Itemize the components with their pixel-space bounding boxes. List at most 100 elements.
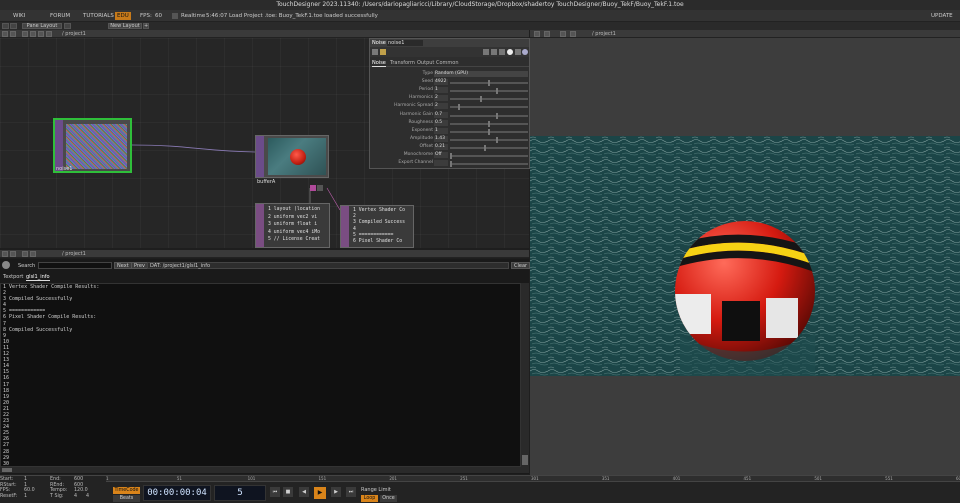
menu-forum[interactable]: FORUM (47, 12, 73, 20)
textport-tab[interactable]: Textport (3, 274, 23, 280)
slider-knob[interactable] (495, 112, 498, 119)
pane-menu-icon[interactable] (2, 31, 8, 37)
param-field[interactable]: 2 (434, 103, 448, 110)
menu-tutorials[interactable]: TUTORIALS (80, 12, 117, 20)
glsl-info-dat[interactable]: 1 Vertex Shader Co 2 3 Compiled Success … (340, 205, 414, 248)
settings-icon[interactable] (522, 49, 528, 55)
step-back-icon[interactable]: ◀ (299, 487, 309, 497)
page-tab-output[interactable]: Output (417, 60, 434, 66)
update-button[interactable]: UPDATE (928, 12, 956, 20)
back-icon[interactable] (22, 31, 28, 37)
param-field[interactable]: 1.43 (434, 135, 448, 142)
home-icon[interactable] (2, 23, 9, 29)
next-button[interactable]: Next (114, 262, 132, 269)
pane-menu-icon[interactable] (534, 31, 540, 37)
to-start-icon[interactable]: ⏮ (270, 487, 280, 497)
layout-icon[interactable] (10, 23, 17, 29)
param-field[interactable]: 0.21 (434, 143, 448, 150)
refresh-icon[interactable] (499, 49, 505, 55)
slider-knob[interactable] (450, 153, 452, 159)
param-field[interactable]: 2 (434, 95, 448, 102)
add-op-icon[interactable] (38, 31, 44, 37)
slider-knob[interactable] (484, 144, 487, 151)
scroll-thumb[interactable] (522, 455, 528, 465)
node-flag-icon[interactable] (310, 185, 316, 191)
clear-button[interactable]: Clear (511, 262, 531, 269)
prev-button[interactable]: Prev (131, 262, 148, 269)
param-slider[interactable] (450, 146, 528, 149)
param-field[interactable] (434, 160, 448, 167)
slider-knob[interactable] (495, 88, 498, 95)
home-net-icon[interactable] (46, 31, 52, 37)
pane-type-icon[interactable] (10, 251, 16, 257)
page-tab-transform[interactable]: Transform (390, 60, 415, 66)
forward-icon[interactable] (570, 31, 576, 37)
slider-knob[interactable] (488, 128, 490, 135)
once-toggle[interactable]: Once (380, 495, 397, 502)
text-output[interactable]: 1 Vertex Shader Compile Results: 2 3 Compi… (0, 283, 521, 467)
forward-icon[interactable] (30, 31, 36, 37)
resetf-field[interactable]: 1 (24, 494, 27, 500)
slider-knob[interactable] (457, 104, 460, 111)
param-menu[interactable]: Random (GPU) (434, 71, 528, 77)
slider-knob[interactable] (495, 136, 498, 143)
back-icon[interactable] (22, 251, 28, 257)
layout-grid-icon[interactable] (64, 23, 71, 29)
param-slider[interactable] (450, 106, 528, 109)
back-icon[interactable] (560, 31, 566, 37)
stop-icon[interactable]: ■ (283, 487, 293, 497)
param-field[interactable]: 0.5 (434, 119, 448, 126)
pane-layout-tab[interactable]: Pane Layout (22, 23, 62, 29)
slider-knob[interactable] (480, 96, 483, 103)
link-icon[interactable] (491, 49, 497, 55)
bufferA-node[interactable] (255, 135, 329, 178)
tsig-numerator[interactable]: 4 (74, 494, 77, 500)
step-forward-icon[interactable]: ▶ (331, 487, 341, 497)
param-field[interactable]: 4922 (434, 79, 448, 86)
node-flag-icon[interactable] (317, 185, 323, 191)
param-slider[interactable] (450, 90, 528, 93)
param-field[interactable]: Off (434, 152, 448, 158)
timecode-display[interactable]: 00:00:00:04 (143, 485, 211, 501)
timecode-toggle[interactable]: TimeCode (113, 487, 140, 494)
loop-toggle[interactable]: Loop (361, 495, 378, 502)
param-slider[interactable] (450, 98, 528, 101)
pane-menu-icon[interactable] (2, 251, 8, 257)
to-end-icon[interactable]: ⏭ (346, 487, 356, 497)
dat-path-field[interactable]: DAT: /project1/glsl1_info (147, 262, 509, 269)
vertical-scrollbar[interactable] (521, 283, 529, 467)
glsl-code-dat[interactable]: 1 layout (location 2 uniform vec2 vi 3 u… (255, 203, 330, 248)
add-icon[interactable] (515, 49, 521, 55)
slider-knob[interactable] (488, 80, 490, 87)
new-layout-tab[interactable]: New Layout (108, 23, 142, 29)
tsig-denominator[interactable]: 4 (86, 494, 89, 500)
param-slider[interactable] (450, 163, 528, 166)
param-field[interactable]: 0.7 (434, 111, 448, 118)
param-op-name[interactable]: noise1 (387, 40, 423, 46)
slider-knob[interactable] (450, 161, 452, 168)
menu-wiki[interactable]: WIKI (10, 12, 28, 20)
edit-icon[interactable] (483, 49, 489, 55)
help-icon[interactable] (372, 49, 378, 55)
horizontal-scrollbar[interactable] (0, 467, 529, 473)
search-input[interactable] (38, 262, 112, 269)
pane-type-icon[interactable] (10, 31, 16, 37)
glsl-info-tab[interactable]: glsl1_info (26, 274, 50, 281)
param-slider[interactable] (450, 138, 528, 141)
operator-icon[interactable] (380, 49, 386, 55)
param-slider[interactable] (450, 155, 528, 157)
page-tab-noise[interactable]: Noise (372, 60, 386, 67)
param-slider[interactable] (450, 114, 528, 117)
frame-display[interactable]: 5 (214, 485, 266, 501)
add-tab-button[interactable]: + (143, 23, 149, 29)
beats-toggle[interactable]: Beats (113, 495, 140, 502)
search-icon[interactable] (2, 261, 10, 269)
info-icon[interactable] (507, 49, 513, 55)
scroll-thumb[interactable] (2, 468, 12, 472)
slider-knob[interactable] (488, 120, 490, 127)
pane-type-icon[interactable] (544, 31, 550, 37)
param-field[interactable]: 1 (434, 127, 448, 134)
page-tab-common[interactable]: Common (436, 60, 459, 66)
play-icon[interactable]: ▶ (314, 487, 326, 499)
param-field[interactable]: 1 (434, 87, 448, 94)
